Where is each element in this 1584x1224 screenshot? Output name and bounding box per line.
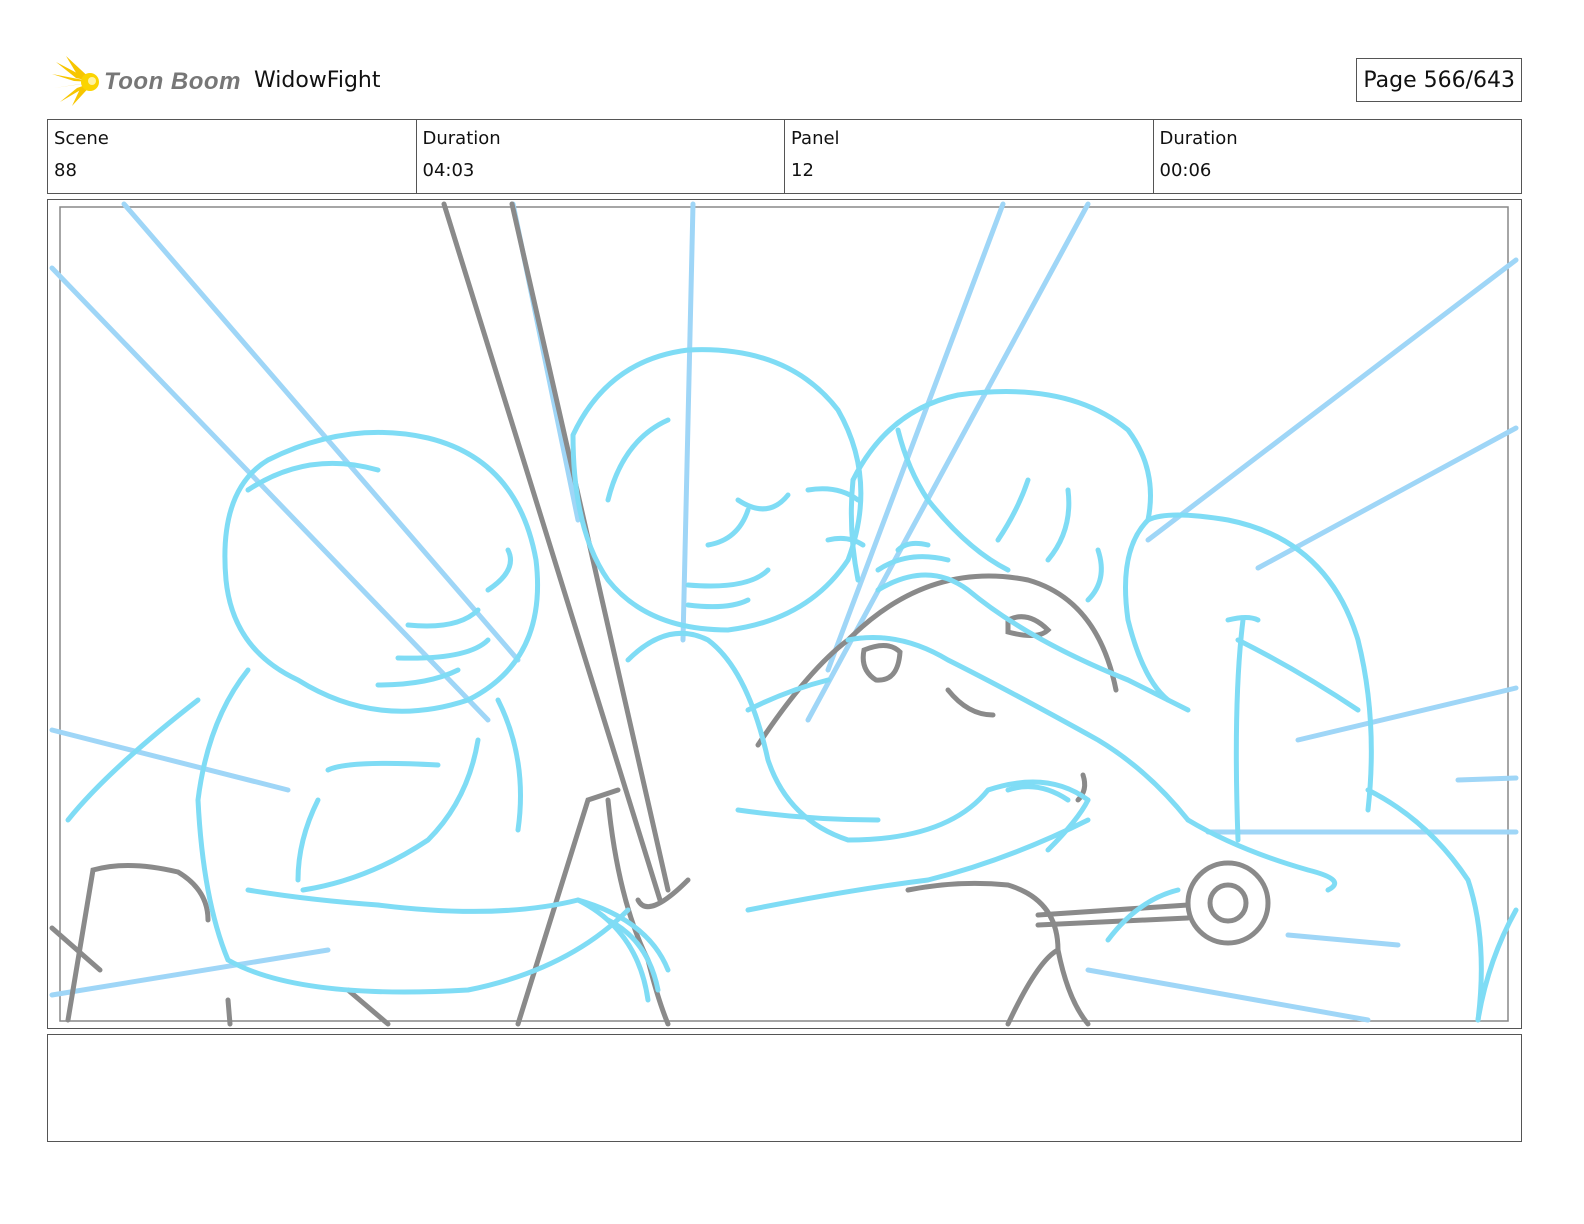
page-indicator: Page 566/643 <box>1356 58 1522 102</box>
page-label: Page 566/643 <box>1363 67 1515 93</box>
logo-text: Toon Boom <box>104 68 241 95</box>
panel-info-table: Scene 88 Duration 04:03 Panel 12 Duratio… <box>47 119 1522 194</box>
starburst-icon <box>52 56 99 106</box>
panel-duration-value: 00:06 <box>1159 160 1212 181</box>
panel-cell: Panel 12 <box>785 120 1154 193</box>
storyboard-panel <box>47 199 1522 1029</box>
panel-duration-cell: Duration 00:06 <box>1154 120 1522 193</box>
panel-duration-label: Duration <box>1159 128 1238 149</box>
blue-figures <box>65 347 1519 1023</box>
project-title: WidowFight <box>254 68 381 93</box>
scene-duration-value: 04:03 <box>422 160 475 181</box>
scene-label: Scene <box>54 128 109 149</box>
panel-notes-box <box>47 1034 1522 1142</box>
page-header: Toon Boom WidowFight Page 566/643 <box>50 52 1522 108</box>
scene-duration-label: Duration <box>422 128 501 149</box>
toon-boom-logo: Toon Boom <box>50 56 250 108</box>
panel-label: Panel <box>791 128 840 149</box>
panel-value: 12 <box>791 160 814 181</box>
scene-value: 88 <box>54 160 77 181</box>
scene-cell: Scene 88 <box>48 120 417 193</box>
sketch-drawing <box>49 201 1519 1027</box>
scene-duration-cell: Duration 04:03 <box>417 120 785 193</box>
